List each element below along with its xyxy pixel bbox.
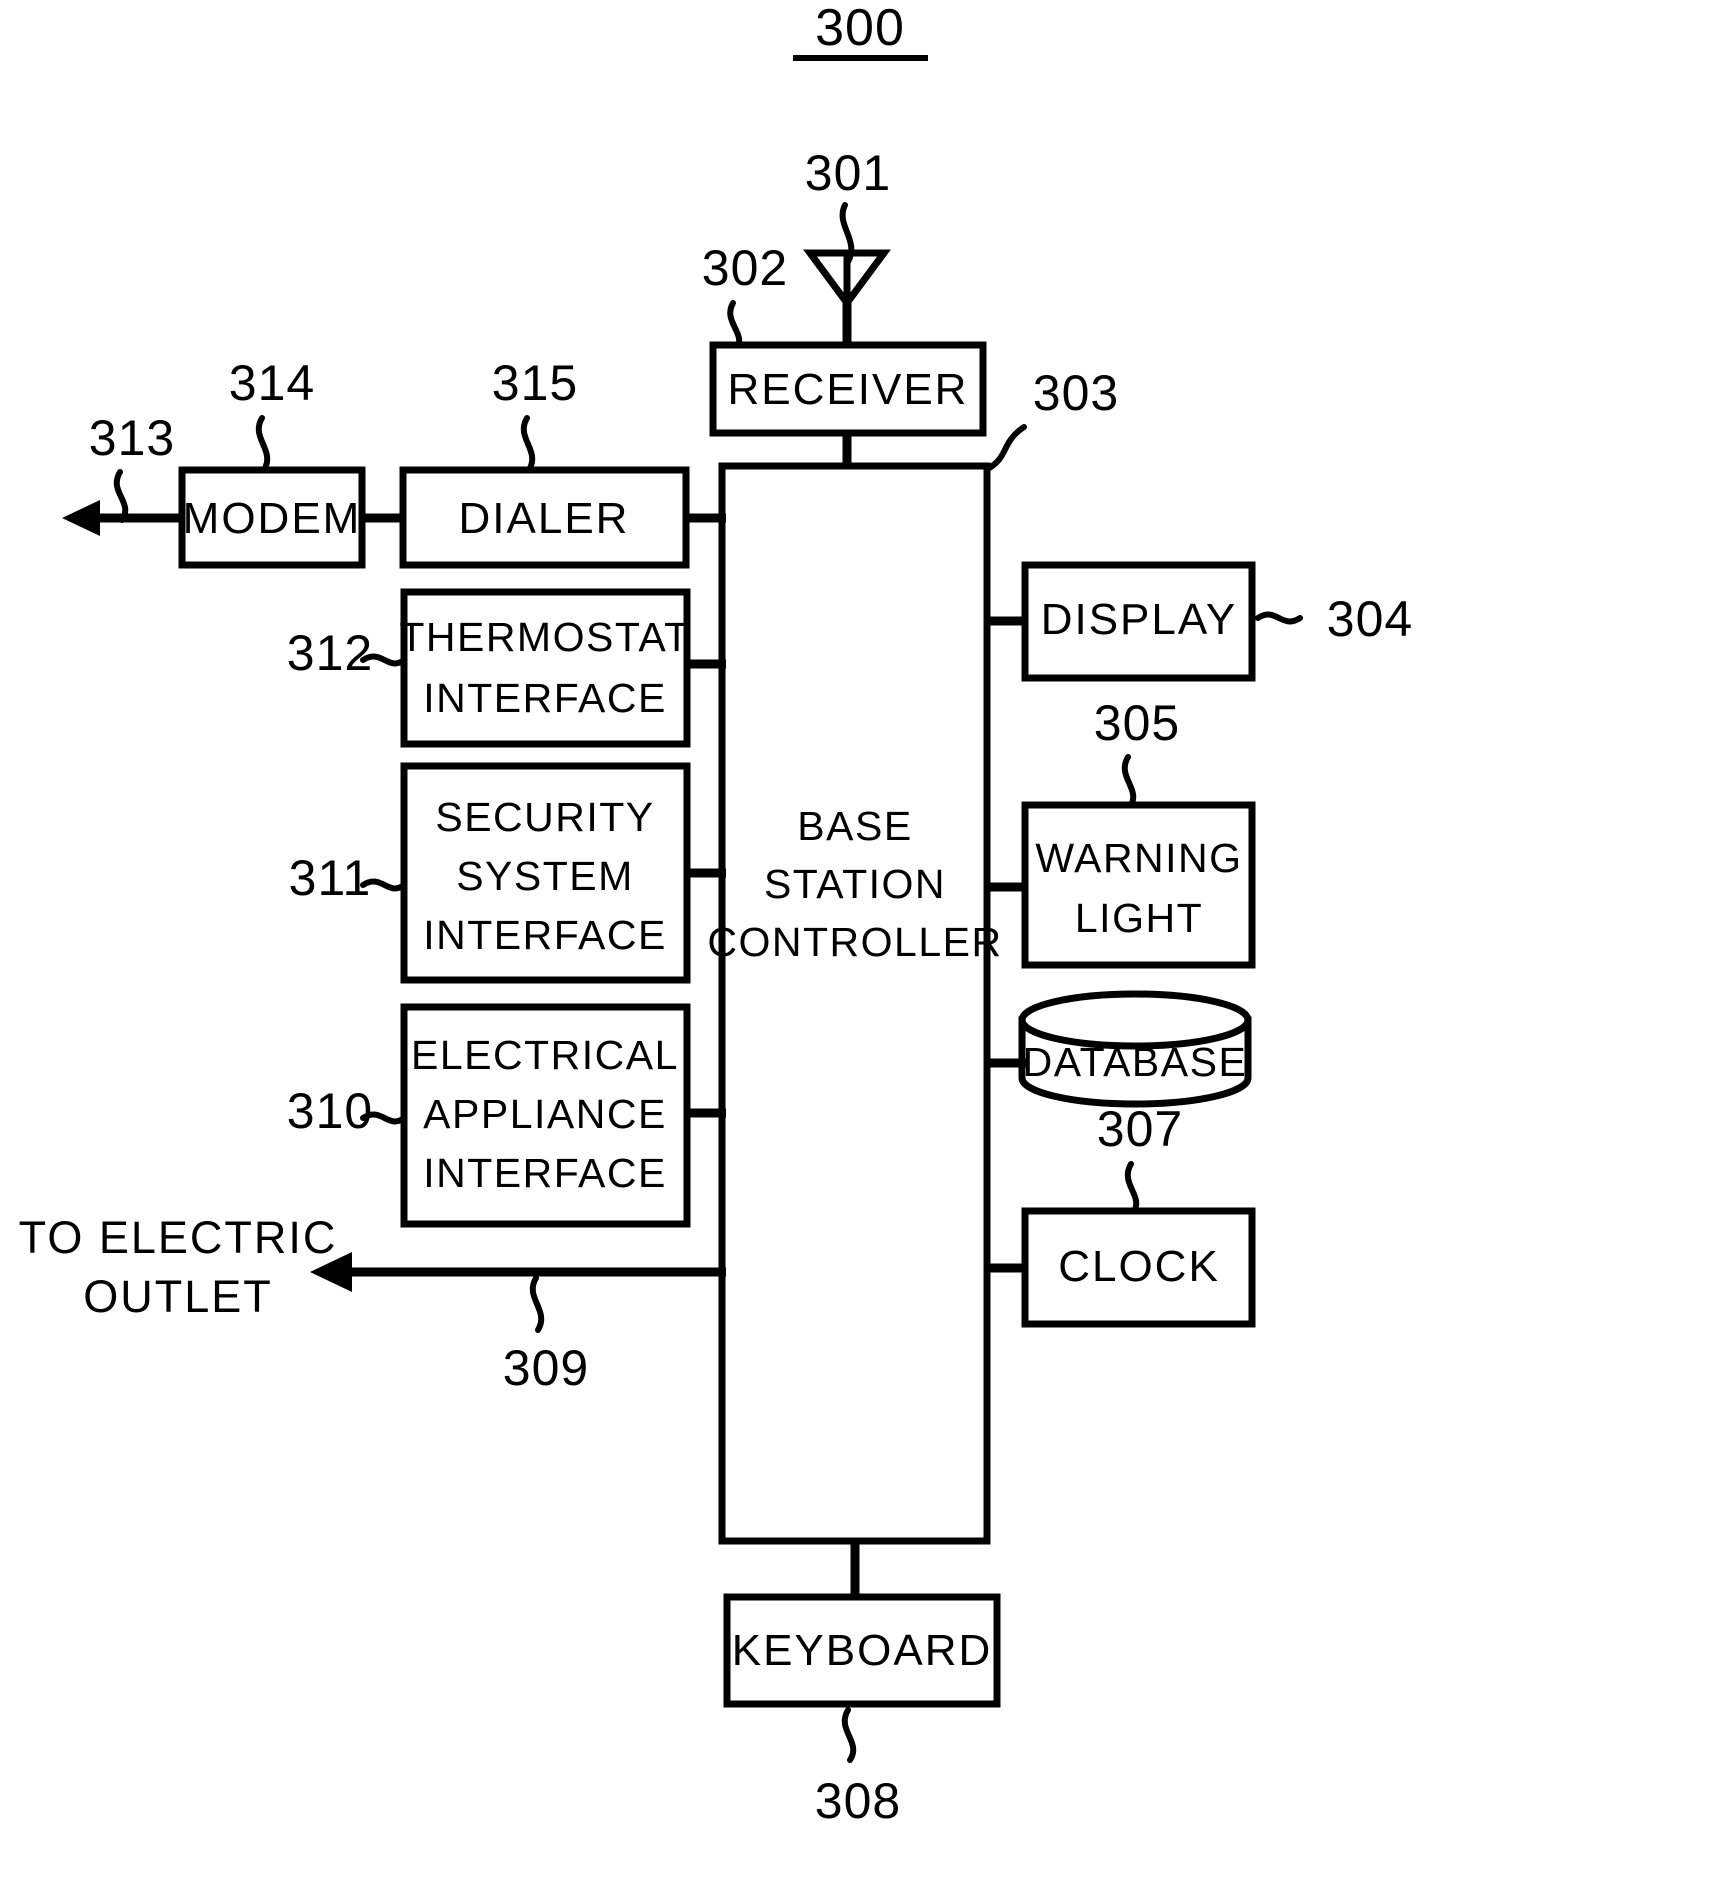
appliance-label-line1: ELECTRICAL xyxy=(411,1032,679,1078)
ref-314: 314 xyxy=(229,355,315,411)
block-receiver-label: RECEIVER xyxy=(728,365,969,414)
block-keyboard-label: KEYBOARD xyxy=(732,1626,993,1675)
ref-313: 313 xyxy=(89,410,175,466)
leader-314 xyxy=(255,415,271,473)
ref-307: 307 xyxy=(1097,1101,1183,1157)
leader-304 xyxy=(1255,611,1303,625)
block-base-station-controller[interactable] xyxy=(718,462,991,1545)
leader-308 xyxy=(841,1707,857,1763)
ref-303: 303 xyxy=(1033,365,1119,421)
ref-310: 310 xyxy=(287,1083,373,1139)
controller-label-line3: CONTROLLER xyxy=(707,919,1002,965)
block-modem-label: MODEM xyxy=(183,494,362,543)
leader-315 xyxy=(520,415,536,473)
block-warning-light[interactable] xyxy=(1021,801,1256,969)
appliance-label-line3: INTERFACE xyxy=(423,1150,667,1196)
block-dialer-label: DIALER xyxy=(459,494,630,543)
electric-outlet-label-line1: TO ELECTRIC xyxy=(19,1212,338,1263)
appliance-label-line2: APPLIANCE xyxy=(423,1091,667,1137)
ref-311: 311 xyxy=(289,850,372,906)
leader-307 xyxy=(1124,1161,1140,1216)
figure-number: 300 xyxy=(815,0,905,57)
warning-light-label-line1: WARNING xyxy=(1035,835,1242,881)
ref-309: 309 xyxy=(503,1340,589,1396)
arrowhead-phone-line xyxy=(62,500,100,536)
block-diagram-svg: 300 301 302 RECEIVER 303 BASE STATION CO… xyxy=(19,0,1413,1829)
ref-301: 301 xyxy=(805,145,891,201)
leader-313 xyxy=(113,469,129,523)
ref-312: 312 xyxy=(287,625,373,681)
ref-308: 308 xyxy=(815,1773,901,1829)
security-label-line2: SYSTEM xyxy=(456,853,634,899)
warning-light-label-line2: LIGHT xyxy=(1075,895,1203,941)
block-display-label: DISPLAY xyxy=(1041,595,1238,644)
thermostat-label-line1: THERMOSTAT xyxy=(399,614,690,660)
ref-315: 315 xyxy=(492,355,578,411)
controller-label-line1: BASE xyxy=(797,803,912,849)
leader-303 xyxy=(983,424,1027,473)
leader-305 xyxy=(1121,754,1137,810)
security-label-line3: INTERFACE xyxy=(423,912,667,958)
electric-outlet-label-line2: OUTLET xyxy=(83,1271,273,1322)
figure-canvas: 300 301 302 RECEIVER 303 BASE STATION CO… xyxy=(0,0,1721,1901)
controller-label-line2: STATION xyxy=(764,861,946,907)
leader-309 xyxy=(529,1275,545,1333)
ref-302: 302 xyxy=(702,240,788,296)
block-clock-label: CLOCK xyxy=(1058,1242,1220,1291)
ref-304: 304 xyxy=(1327,591,1413,647)
block-database-label: DATABASE xyxy=(1023,1039,1248,1085)
security-label-line1: SECURITY xyxy=(435,794,654,840)
thermostat-label-line2: INTERFACE xyxy=(423,675,667,721)
ref-305: 305 xyxy=(1094,695,1180,751)
